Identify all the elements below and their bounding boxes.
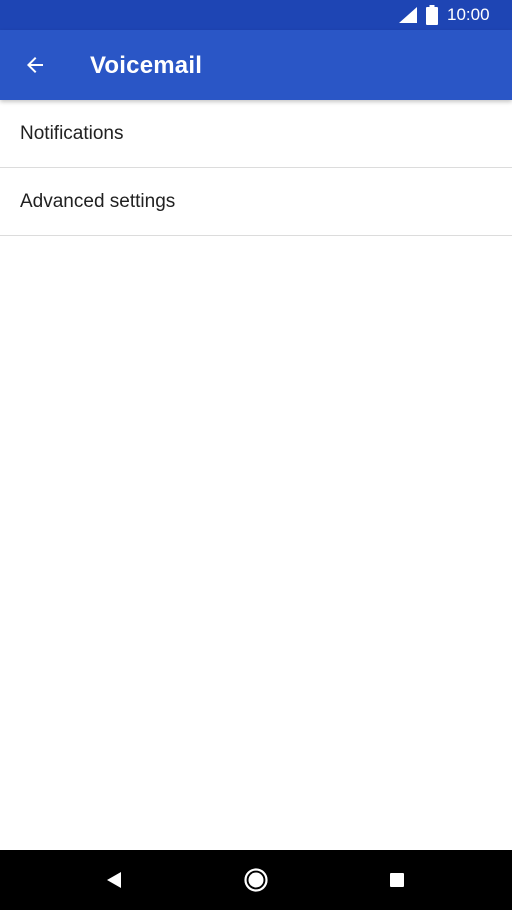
nav-back-icon: [107, 872, 121, 888]
nav-recents-button[interactable]: [379, 862, 415, 898]
settings-item-label: Notifications: [20, 123, 124, 144]
app-bar: Voicemail: [0, 30, 512, 100]
arrow-back-icon: [27, 57, 43, 73]
settings-item-label: Advanced settings: [20, 191, 176, 212]
navigation-bar: [0, 850, 512, 910]
nav-home-button[interactable]: [238, 862, 274, 898]
status-bar: 10:00: [0, 0, 512, 30]
settings-item-notifications[interactable]: Notifications: [0, 100, 512, 168]
back-button[interactable]: [14, 44, 56, 86]
settings-list: Notifications Advanced settings: [0, 100, 512, 236]
battery-icon: [426, 5, 438, 25]
status-time: 10:00: [447, 5, 490, 24]
nav-recents-icon: [390, 873, 404, 887]
settings-item-advanced-settings[interactable]: Advanced settings: [0, 168, 512, 236]
signal-icon: [399, 7, 417, 23]
voicemail-settings-screen: 10:00 Voicemail Notifications Advanced s…: [0, 0, 512, 910]
nav-back-button[interactable]: [96, 862, 132, 898]
nav-home-icon: [244, 868, 268, 892]
page-title: Voicemail: [90, 52, 203, 79]
